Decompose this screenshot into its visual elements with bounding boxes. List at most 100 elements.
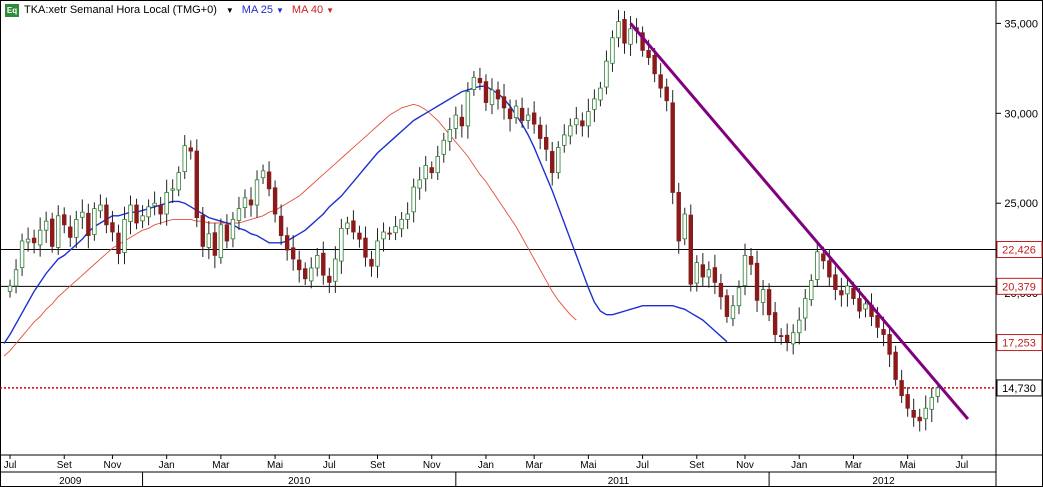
chart-frame xyxy=(0,0,1043,487)
trendline[interactable] xyxy=(629,22,970,421)
candle-body xyxy=(851,287,856,299)
candle-body xyxy=(718,283,724,298)
candle-body xyxy=(881,329,886,335)
candle-body xyxy=(152,202,157,207)
x-tick-label: Mar xyxy=(845,460,863,471)
candle-body xyxy=(68,226,73,238)
candle-body xyxy=(742,254,748,286)
candle-body xyxy=(857,298,862,312)
candle-body xyxy=(441,139,446,155)
candle-body xyxy=(809,280,814,301)
candle-body xyxy=(935,387,940,397)
candle-body xyxy=(730,305,736,320)
price-chart[interactable]: 35,00030,00025,00020,00022,42620,37917,2… xyxy=(0,0,1043,487)
candle-body xyxy=(363,237,368,258)
candle-body xyxy=(754,262,760,301)
chevron-down-icon: ▼ xyxy=(326,5,335,15)
candle-body xyxy=(86,212,91,236)
candle-body xyxy=(483,81,489,103)
candle-body xyxy=(43,220,49,231)
candle-body xyxy=(664,86,669,102)
x-tick-label: Nov xyxy=(104,460,122,471)
candle-body xyxy=(56,215,61,248)
candle-body xyxy=(790,332,796,345)
x-tick-label: Mai xyxy=(900,460,916,471)
candle-body xyxy=(682,213,687,240)
candle-body xyxy=(688,214,693,285)
x-tick-label: Mar xyxy=(526,460,544,471)
candle-body xyxy=(766,289,772,316)
candle-body xyxy=(598,87,603,101)
candle-body xyxy=(37,229,43,246)
candle-body xyxy=(459,116,465,127)
candle-body xyxy=(80,211,85,218)
candle-body xyxy=(652,54,657,75)
candle-body xyxy=(778,335,784,337)
candle-body xyxy=(501,96,507,109)
candle-body xyxy=(62,214,67,226)
candle-body xyxy=(357,232,362,240)
candle-body xyxy=(646,49,651,58)
candle-body xyxy=(562,134,567,146)
candle-body xyxy=(923,407,928,420)
ma40-indicator[interactable]: MA 40 ▼ xyxy=(292,4,334,16)
candle-body xyxy=(31,237,37,244)
candle-body xyxy=(182,145,187,172)
candle-body xyxy=(604,60,609,88)
candle-body xyxy=(134,204,139,224)
candle-body xyxy=(435,156,440,174)
candle-body xyxy=(194,150,199,219)
symbol-selector[interactable]: TKA:xetr Semanal Hora Local (TMG+0) ▼ xyxy=(24,4,234,16)
candle-body xyxy=(140,215,145,222)
candle-body xyxy=(610,37,615,64)
candle-body xyxy=(899,380,904,397)
x-tick-label: Jan xyxy=(159,460,175,471)
current-price-label: 14,730 xyxy=(1002,383,1036,395)
candle-body xyxy=(845,285,850,295)
candle-body xyxy=(170,188,175,191)
candle-body xyxy=(489,89,495,106)
candle-body xyxy=(405,213,410,220)
x-tick-label: Jul xyxy=(323,460,336,471)
candle-body xyxy=(110,222,115,233)
candle-body xyxy=(411,186,416,213)
ma40-label: MA 40 xyxy=(291,4,324,16)
candle-body xyxy=(694,262,700,284)
candle-body xyxy=(821,253,826,262)
candle-body xyxy=(658,74,663,89)
ma25-indicator[interactable]: MA 25 ▼ xyxy=(242,4,284,16)
candle-body xyxy=(622,19,627,44)
candle-body xyxy=(164,192,169,215)
candle-body xyxy=(875,315,880,328)
candle-body xyxy=(230,219,236,240)
candle-body xyxy=(748,256,754,265)
x-tick-label: Set xyxy=(689,460,704,471)
candle-body xyxy=(863,303,868,310)
candle-body xyxy=(212,232,218,256)
candle-body xyxy=(25,238,31,243)
chevron-down-icon: ▼ xyxy=(225,5,234,15)
candle-body xyxy=(507,108,513,120)
candle-body xyxy=(531,112,537,125)
y-tick-label: 30,000 xyxy=(1004,108,1038,120)
candle-body xyxy=(188,147,193,152)
x-tick-label: Jul xyxy=(4,460,17,471)
candle-body xyxy=(218,224,224,258)
candle-body xyxy=(839,290,844,296)
candle-body xyxy=(345,222,350,229)
candle-body xyxy=(74,219,79,238)
y-tick-label: 25,000 xyxy=(1004,198,1038,210)
candle-body xyxy=(423,165,428,180)
x-tick-label: Mar xyxy=(212,460,230,471)
candle-body xyxy=(296,259,302,271)
candle-body xyxy=(284,235,290,251)
candle-body xyxy=(905,394,910,409)
year-label: 2012 xyxy=(872,476,895,487)
candle-body xyxy=(369,258,374,267)
candle-body xyxy=(49,218,55,247)
candle-body xyxy=(550,151,555,174)
candle-body xyxy=(543,136,549,150)
chart-header: TKA:xetr Semanal Hora Local (TMG+0) ▼ MA… xyxy=(0,0,334,20)
candle-body xyxy=(13,269,19,287)
x-tick-label: Jan xyxy=(478,460,494,471)
